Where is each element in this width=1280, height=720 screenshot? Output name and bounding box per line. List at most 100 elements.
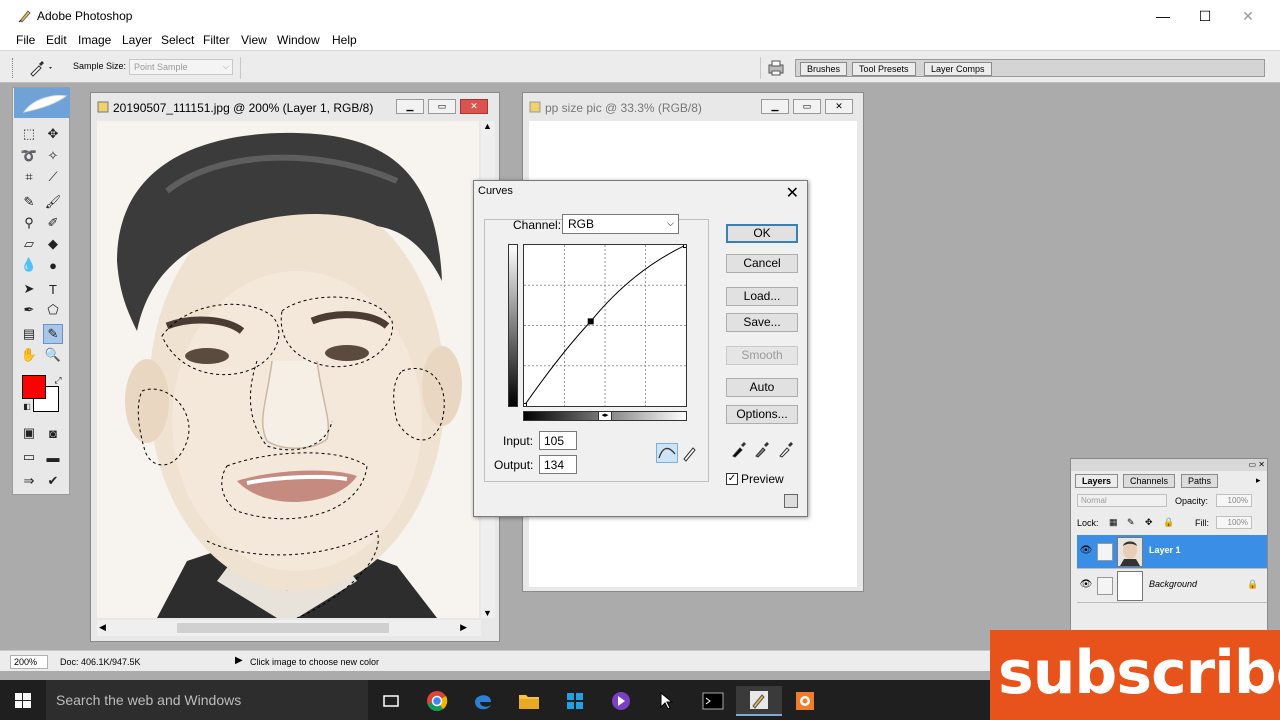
horizontal-scrollbar[interactable]: ◀ ▶ — [97, 620, 481, 636]
tab-channels[interactable]: Channels — [1123, 474, 1176, 488]
cancel-button[interactable]: Cancel — [726, 254, 798, 273]
eyedropper-tool-icon[interactable]: ✎ — [43, 324, 63, 344]
doc-minimize-button[interactable]: ▁ — [396, 99, 424, 114]
pencil-icon[interactable] — [681, 444, 699, 462]
move-tool-icon[interactable]: ✥ — [43, 124, 63, 144]
jump-to-imageready-icon[interactable]: ⇒ — [19, 471, 39, 491]
quick-mask-icon[interactable]: ◙ — [43, 423, 63, 443]
curve-point[interactable] — [523, 403, 527, 408]
eye-icon[interactable]: 👁 — [1079, 579, 1093, 593]
history-brush-icon[interactable]: ✐ — [43, 213, 63, 233]
zoom-field[interactable]: 200% — [10, 655, 48, 669]
menu-edit[interactable]: Edit — [46, 33, 67, 47]
layer-name[interactable]: Layer 1 — [1149, 545, 1181, 555]
scroll-thumb[interactable] — [177, 623, 389, 633]
layer-row[interactable]: 👁 Background 🔒 — [1077, 569, 1267, 603]
preview-checkbox[interactable]: ✓ — [726, 473, 738, 485]
fullscreen-mode-icon[interactable]: ▬ — [43, 447, 63, 467]
magic-wand-tool-icon[interactable]: ✧ — [43, 146, 63, 166]
eyedropper-preset-icon[interactable] — [27, 58, 57, 78]
close-button[interactable]: ✕ — [1228, 6, 1268, 26]
save-button[interactable]: Save... — [726, 313, 798, 332]
scroll-down-icon[interactable]: ▼ — [483, 608, 492, 618]
menu-filter[interactable]: Filter — [203, 33, 230, 47]
curve-mode-button[interactable] — [656, 443, 678, 463]
palette-menu-icon[interactable]: ▸ — [1256, 475, 1261, 486]
swap-colors-icon[interactable]: ⤢ — [48, 370, 68, 390]
doc-maximize-button[interactable]: ▭ — [428, 99, 456, 114]
curve-point[interactable] — [683, 244, 688, 248]
smooth-button[interactable]: Smooth — [726, 346, 798, 365]
options-button[interactable]: Options... — [726, 405, 798, 424]
ok-button[interactable]: OK — [726, 224, 798, 243]
opacity-field[interactable]: 100% — [1216, 494, 1252, 507]
layer-name[interactable]: Background — [1149, 579, 1197, 589]
start-button[interactable] — [0, 680, 46, 720]
scroll-up-icon[interactable]: ▲ — [483, 121, 492, 131]
load-button[interactable]: Load... — [726, 287, 798, 306]
tab-tool-presets[interactable]: Tool Presets — [852, 62, 916, 76]
brush-tool-icon[interactable]: 🖌 — [43, 192, 63, 212]
tab-layers[interactable]: Layers — [1075, 474, 1119, 488]
blur-tool-icon[interactable]: 💧 — [19, 255, 39, 275]
zoom-tool-icon[interactable]: 🔍 — [43, 345, 63, 365]
task-view-icon[interactable] — [368, 686, 414, 716]
taskbar-search[interactable]: Search the web and Windows — [46, 680, 368, 720]
menu-help[interactable]: Help — [332, 33, 357, 47]
menu-select[interactable]: Select — [161, 33, 194, 47]
media-app-icon[interactable] — [598, 686, 644, 716]
black-eyedropper-icon[interactable] — [731, 440, 747, 458]
doc-size-info[interactable]: Doc: 406.1K/947.5K — [60, 657, 141, 667]
standard-mode-icon[interactable]: ▣ — [19, 423, 39, 443]
chrome-icon[interactable] — [414, 686, 460, 716]
fill-field[interactable]: 100% — [1216, 516, 1252, 529]
recorder-icon[interactable] — [782, 686, 828, 716]
link-slot[interactable] — [1097, 577, 1113, 595]
lock-all-icon[interactable]: 🔒 — [1163, 517, 1174, 528]
menu-view[interactable]: View — [241, 33, 267, 47]
dodge-tool-icon[interactable]: ● — [43, 255, 63, 275]
minimize-button[interactable]: — — [1143, 6, 1183, 26]
doc-maximize-button[interactable]: ▭ — [793, 99, 821, 114]
image-canvas[interactable] — [97, 121, 479, 618]
slice-tool-icon[interactable]: ⟋ — [43, 167, 63, 187]
healing-brush-icon[interactable]: ✎ — [19, 192, 39, 212]
gradient-toggle-icon[interactable]: ◂▸ — [598, 411, 612, 421]
auto-button[interactable]: Auto — [726, 378, 798, 397]
shape-tool-icon[interactable]: ⬠ — [43, 300, 63, 320]
default-colors-icon[interactable]: ◧ — [17, 396, 37, 416]
menu-image[interactable]: Image — [78, 33, 111, 47]
type-tool-icon[interactable]: T — [43, 279, 63, 299]
curve-point[interactable] — [587, 318, 594, 325]
edge-icon[interactable] — [460, 686, 506, 716]
clone-stamp-icon[interactable]: ⚲ — [19, 213, 39, 233]
terminal-icon[interactable] — [690, 686, 736, 716]
menu-file[interactable]: File — [16, 33, 35, 47]
notes-tool-icon[interactable]: ▤ — [19, 324, 39, 344]
store-icon[interactable] — [552, 686, 598, 716]
screen-mode-icon[interactable]: ▭ — [19, 447, 39, 467]
feather-logo[interactable] — [14, 88, 70, 118]
marquee-tool-icon[interactable]: ⬚ — [19, 124, 39, 144]
curve-graph[interactable] — [523, 244, 687, 407]
close-icon[interactable]: ✕ — [786, 183, 799, 203]
channel-select[interactable]: RGB ⌵ — [562, 214, 679, 234]
options-grip[interactable] — [12, 58, 14, 78]
layer-row[interactable]: 👁 Layer 1 — [1077, 535, 1267, 569]
blend-mode-select[interactable]: Normal — [1077, 494, 1167, 507]
scroll-left-icon[interactable]: ◀ — [99, 622, 106, 633]
eye-icon[interactable]: 👁 — [1079, 545, 1093, 559]
palette-window-buttons[interactable]: ▭ ✕ — [1249, 460, 1265, 469]
lock-move-icon[interactable]: ✥ — [1145, 517, 1153, 528]
palette-titlebar[interactable]: ▭ ✕ — [1071, 459, 1267, 471]
menu-layer[interactable]: Layer — [122, 33, 152, 47]
brush-link-icon[interactable] — [1097, 543, 1113, 561]
tab-layer-comps[interactable]: Layer Comps — [924, 62, 992, 76]
lasso-tool-icon[interactable]: ➰ — [19, 146, 39, 166]
printer-icon[interactable] — [766, 59, 786, 77]
path-selection-icon[interactable]: ➤ — [19, 279, 39, 299]
paint-bucket-icon[interactable]: ◆ — [43, 234, 63, 254]
menu-window[interactable]: Window — [277, 33, 320, 47]
hand-tool-icon[interactable]: ✋ — [19, 345, 39, 365]
doc-close-button[interactable]: ✕ — [825, 99, 853, 114]
